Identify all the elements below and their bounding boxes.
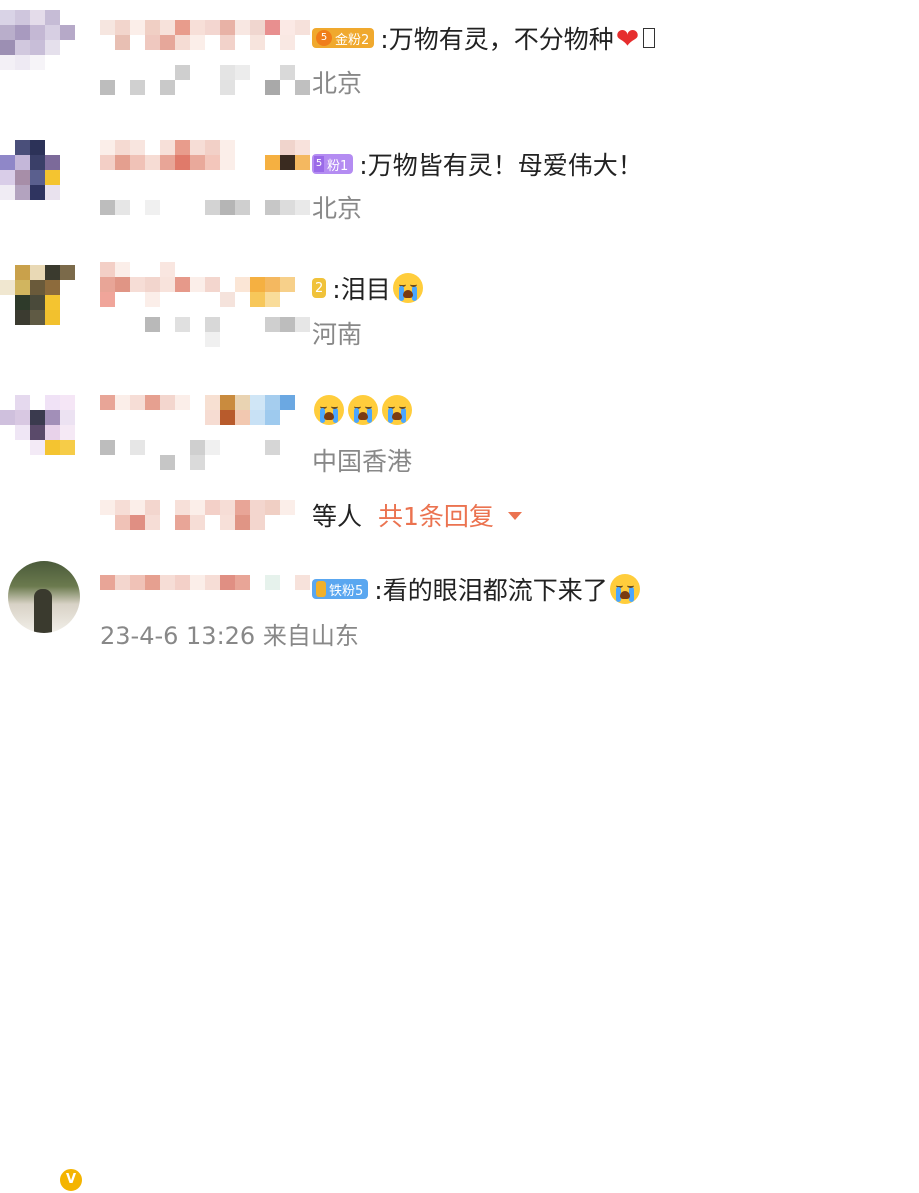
comment-text: :万物皆有灵！母爱伟大！ [359,151,643,180]
comment-item: 中国香港 [0,385,919,495]
avatar-figure [34,589,52,633]
comment-text: :泪目 [332,275,391,304]
crying-emoji-icon [314,395,344,425]
fan-badge[interactable]: 2 [312,278,327,298]
comment-content [312,395,414,425]
avatar[interactable] [0,10,90,100]
comment-item: 5 金粉2 :万物有灵，不分物种 ❤ 北京 [0,0,919,120]
avatar[interactable] [8,561,80,633]
comment-item: 2 :泪目 河南 [0,255,919,375]
username-blurred[interactable] [100,395,310,425]
username-blurred[interactable] [100,20,310,50]
fan-badge-label: 2 [315,280,324,296]
avatar[interactable] [0,140,90,230]
meta-blurred [100,200,310,215]
comment-text: :看的眼泪都流下来了 [374,576,608,605]
username-blurred[interactable] [100,262,310,307]
avatar[interactable] [0,395,90,485]
replies-prefix: 等人 [312,502,363,531]
comment-item: 5 粉1 :万物皆有灵！母爱伟大！ 北京 [0,130,919,250]
meta-blurred [100,317,310,347]
comment-meta: 23-4-6 13:26 来自山东 [100,622,359,650]
meta-blurred [100,440,310,470]
crying-emoji-icon [609,574,640,604]
fan-badge-label: 金粉2 [335,32,370,48]
missing-glyph-icon [643,28,656,48]
verified-icon: V [58,1167,84,1193]
username-blurred[interactable] [100,575,310,590]
crying-emoji-icon [392,273,423,303]
fan-badge-label: 粉1 [327,158,349,174]
crying-emoji-icon [348,395,378,425]
fan-badge[interactable]: 5 金粉2 [312,28,375,48]
heart-icon: ❤ [615,21,640,55]
chevron-down-icon[interactable] [507,512,522,520]
comment-location: 北京 [312,69,363,98]
replies-summary: 等人 共1条回复 [312,497,522,533]
crying-emoji-icon [382,395,412,425]
fan-badge[interactable]: 5 粉1 [312,154,354,174]
fan-badge[interactable]: 铁粉5 [312,579,369,599]
comment-content: 5 金粉2 :万物有灵，不分物种 ❤ [312,20,656,56]
reply-users-blurred[interactable] [100,500,310,530]
comment-content: 铁粉5 :看的眼泪都流下来了 [312,571,642,607]
username-blurred[interactable] [100,140,310,170]
meta-blurred [100,65,310,95]
comment-content: 5 粉1 :万物皆有灵！母爱伟大！ [312,146,643,182]
view-replies-link[interactable]: 共1条回复 [378,497,494,533]
medal-icon: 5 [316,30,332,46]
comment-location: 中国香港 [312,447,413,476]
comment-location: 河南 [312,320,363,349]
avatar[interactable] [0,265,90,355]
comment-location: 北京 [312,194,363,223]
comment-text: :万物有灵，不分物种 [380,25,614,54]
medal-icon [316,581,326,597]
fan-badge-label: 铁粉5 [329,583,364,599]
medal-icon: 5 [314,156,324,172]
comment-content: 2 :泪目 [312,270,425,306]
